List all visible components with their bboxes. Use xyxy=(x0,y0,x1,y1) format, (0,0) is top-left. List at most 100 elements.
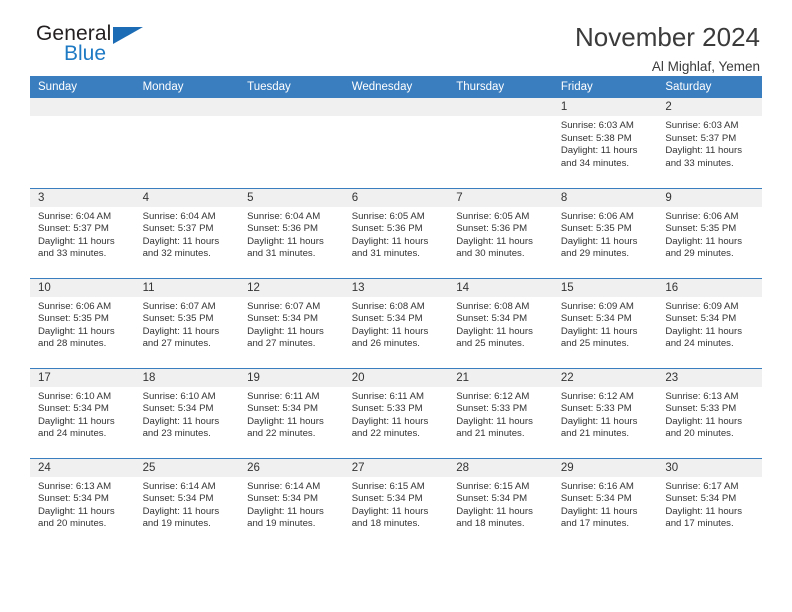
calendar-day-cell[interactable]: 15 Sunrise: 6:09 AM Sunset: 5:34 PM Dayligh… xyxy=(552,277,658,368)
day-number: 10 xyxy=(30,278,135,297)
daylight-text-line2: and 25 minutes. xyxy=(456,338,525,350)
day-number xyxy=(343,98,449,116)
calendar-week-row: 10 Sunrise: 6:06 AM Sunset: 5:35 PM Dayligh… xyxy=(30,277,762,368)
day-number: 18 xyxy=(134,368,240,387)
day-details: Sunrise: 6:03 AM Sunset: 5:38 PM Daylight:… xyxy=(553,116,658,170)
day-number: 7 xyxy=(448,188,553,207)
daylight-text-line1: Daylight: 11 hours xyxy=(247,505,324,517)
calendar-day-cell[interactable]: 26 Sunrise: 6:14 AM Sunset: 5:34 PM Dayligh… xyxy=(239,457,344,548)
weekday-header-saturday: Saturday xyxy=(657,76,762,98)
day-number: 24 xyxy=(30,458,135,477)
day-number: 9 xyxy=(657,188,762,207)
calendar-day-cell[interactable]: 13 Sunrise: 6:08 AM Sunset: 5:34 PM Dayligh… xyxy=(343,277,449,368)
sunrise-text: Sunrise: 6:03 AM xyxy=(560,120,634,131)
daylight-text-line2: and 17 minutes. xyxy=(665,518,734,530)
sunset-text: Sunset: 5:38 PM xyxy=(560,132,632,144)
calendar-day-cell[interactable]: 7 Sunrise: 6:05 AM Sunset: 5:36 PM Daylight… xyxy=(448,187,553,278)
daylight-text-line2: and 23 minutes. xyxy=(142,428,211,440)
day-details: Sunrise: 6:16 AM Sunset: 5:34 PM Daylight:… xyxy=(553,477,658,531)
calendar-day-cell[interactable]: 1 Sunrise: 6:03 AM Sunset: 5:38 PM Daylight… xyxy=(552,98,658,188)
sunrise-text: Sunrise: 6:06 AM xyxy=(560,210,634,222)
day-details: Sunrise: 6:08 AM Sunset: 5:34 PM Daylight:… xyxy=(344,297,449,351)
day-number: 29 xyxy=(552,458,658,477)
daylight-text-line1: Daylight: 11 hours xyxy=(247,235,324,247)
calendar-day-cell[interactable]: 27 Sunrise: 6:15 AM Sunset: 5:34 PM Dayligh… xyxy=(343,457,449,548)
sunrise-text: Sunrise: 6:12 AM xyxy=(560,390,634,402)
calendar-day-cell[interactable]: 3 Sunrise: 6:04 AM Sunset: 5:37 PM Daylight… xyxy=(30,187,135,278)
daylight-text-line1: Daylight: 11 hours xyxy=(560,505,638,517)
day-details: Sunrise: 6:07 AM Sunset: 5:34 PM Daylight:… xyxy=(239,297,344,351)
daylight-text-line1: Daylight: 11 hours xyxy=(351,235,429,247)
calendar-day-cell[interactable]: 18 Sunrise: 6:10 AM Sunset: 5:34 PM Dayligh… xyxy=(134,367,240,458)
sunset-text: Sunset: 5:34 PM xyxy=(456,313,528,325)
sunset-text: Sunset: 5:33 PM xyxy=(351,403,423,415)
daylight-text-line2: and 29 minutes. xyxy=(665,248,734,260)
day-details: Sunrise: 6:04 AM Sunset: 5:37 PM Daylight:… xyxy=(135,207,240,261)
day-number: 13 xyxy=(343,278,449,297)
day-details: Sunrise: 6:14 AM Sunset: 5:34 PM Daylight:… xyxy=(135,477,240,531)
calendar-day-cell[interactable]: 20 Sunrise: 6:11 AM Sunset: 5:33 PM Dayligh… xyxy=(343,367,449,458)
calendar-weekday-header: Sunday Monday Tuesday Wednesday Thursday Frid… xyxy=(30,76,762,98)
sunrise-text: Sunrise: 6:11 AM xyxy=(247,390,320,402)
day-number: 12 xyxy=(239,278,344,297)
day-number: 16 xyxy=(657,278,762,297)
calendar-day-cell[interactable]: 17 Sunrise: 6:10 AM Sunset: 5:34 PM Dayligh… xyxy=(30,367,135,458)
day-number: 26 xyxy=(239,458,344,477)
daylight-text-line1: Daylight: 11 hours xyxy=(351,505,429,517)
day-number: 2 xyxy=(657,98,762,116)
calendar-day-cell[interactable]: 11 Sunrise: 6:07 AM Sunset: 5:35 PM Dayligh… xyxy=(134,277,240,368)
calendar-day-cell[interactable]: 25 Sunrise: 6:14 AM Sunset: 5:34 PM Dayligh… xyxy=(134,457,240,548)
calendar-day-cell[interactable]: 5 Sunrise: 6:04 AM Sunset: 5:36 PM Daylight… xyxy=(239,187,344,278)
calendar-day-cell[interactable]: 22 Sunrise: 6:12 AM Sunset: 5:33 PM Dayligh… xyxy=(552,367,658,458)
calendar-day-cell[interactable]: 28 Sunrise: 6:15 AM Sunset: 5:34 PM Dayligh… xyxy=(448,457,553,548)
day-number: 14 xyxy=(448,278,553,297)
day-details: Sunrise: 6:13 AM Sunset: 5:34 PM Daylight:… xyxy=(30,477,135,531)
calendar-week-row: 17 Sunrise: 6:10 AM Sunset: 5:34 PM Dayligh… xyxy=(30,367,762,458)
sunset-text: Sunset: 5:36 PM xyxy=(351,223,423,235)
sunset-text: Sunset: 5:34 PM xyxy=(351,313,423,325)
calendar-day-cell[interactable]: 14 Sunrise: 6:08 AM Sunset: 5:34 PM Dayligh… xyxy=(448,277,553,368)
daylight-text-line2: and 33 minutes. xyxy=(38,248,107,260)
calendar-day-cell[interactable]: 23 Sunrise: 6:13 AM Sunset: 5:33 PM Dayligh… xyxy=(657,367,762,458)
calendar-day-cell[interactable]: 6 Sunrise: 6:05 AM Sunset: 5:36 PM Daylight… xyxy=(343,187,449,278)
daylight-text-line1: Daylight: 11 hours xyxy=(142,235,220,247)
calendar-day-cell[interactable]: 8 Sunrise: 6:06 AM Sunset: 5:35 PM Daylight… xyxy=(552,187,658,278)
day-number: 8 xyxy=(552,188,658,207)
sunrise-text: Sunrise: 6:14 AM xyxy=(247,480,321,492)
sunset-text: Sunset: 5:33 PM xyxy=(456,403,528,415)
day-number: 19 xyxy=(239,368,344,387)
calendar-day-cell[interactable]: 12 Sunrise: 6:07 AM Sunset: 5:34 PM Dayligh… xyxy=(239,277,344,368)
calendar-day-cell[interactable]: 19 Sunrise: 6:11 AM Sunset: 5:34 PM Dayligh… xyxy=(239,367,344,458)
general-blue-logo[interactable]: General Blue xyxy=(36,22,156,70)
sunrise-text: Sunrise: 6:07 AM xyxy=(247,300,321,312)
day-number: 20 xyxy=(343,368,449,387)
calendar-day-cell[interactable]: 30 Sunrise: 6:17 AM Sunset: 5:34 PM Dayligh… xyxy=(657,457,762,548)
sunrise-text: Sunrise: 6:06 AM xyxy=(38,300,112,312)
daylight-text-line1: Daylight: 11 hours xyxy=(142,325,220,337)
daylight-text-line2: and 31 minutes. xyxy=(351,248,420,260)
day-details: Sunrise: 6:04 AM Sunset: 5:37 PM Daylight:… xyxy=(30,207,135,261)
calendar-day-cell[interactable]: 2 Sunrise: 6:03 AM Sunset: 5:37 PM Daylight… xyxy=(657,98,762,188)
sunrise-text: Sunrise: 6:08 AM xyxy=(456,300,530,312)
calendar-day-cell[interactable]: 4 Sunrise: 6:04 AM Sunset: 5:37 PM Daylight… xyxy=(134,187,240,278)
calendar-day-cell[interactable]: 10 Sunrise: 6:06 AM Sunset: 5:35 PM Dayligh… xyxy=(30,277,135,368)
sunrise-text: Sunrise: 6:08 AM xyxy=(351,300,425,312)
calendar-day-cell-empty xyxy=(30,98,135,188)
logo-text-blue: Blue xyxy=(64,42,107,65)
calendar-day-cell[interactable]: 9 Sunrise: 6:06 AM Sunset: 5:35 PM Daylight… xyxy=(657,187,762,278)
calendar-week-row: 3 Sunrise: 6:04 AM Sunset: 5:37 PM Daylight… xyxy=(30,187,762,278)
daylight-text-line2: and 19 minutes. xyxy=(142,518,211,530)
day-details: Sunrise: 6:15 AM Sunset: 5:34 PM Daylight:… xyxy=(448,477,553,531)
calendar-day-cell[interactable]: 16 Sunrise: 6:09 AM Sunset: 5:34 PM Dayligh… xyxy=(657,277,762,368)
daylight-text-line2: and 18 minutes. xyxy=(456,518,525,530)
calendar-day-cell[interactable]: 21 Sunrise: 6:12 AM Sunset: 5:33 PM Dayligh… xyxy=(448,367,553,458)
page-header: General Blue November 2024 Al Mighlaf, Y… xyxy=(30,0,762,76)
daylight-text-line2: and 33 minutes. xyxy=(665,157,734,169)
daylight-text-line1: Daylight: 11 hours xyxy=(38,235,115,247)
calendar-day-cell[interactable]: 29 Sunrise: 6:16 AM Sunset: 5:34 PM Dayligh… xyxy=(552,457,658,548)
day-details: Sunrise: 6:12 AM Sunset: 5:33 PM Daylight:… xyxy=(448,387,553,441)
sunrise-text: Sunrise: 6:09 AM xyxy=(560,300,634,312)
day-details: Sunrise: 6:04 AM Sunset: 5:36 PM Daylight:… xyxy=(239,207,344,261)
calendar-day-cell[interactable]: 24 Sunrise: 6:13 AM Sunset: 5:34 PM Dayligh… xyxy=(30,457,135,548)
daylight-text-line1: Daylight: 11 hours xyxy=(665,415,742,427)
